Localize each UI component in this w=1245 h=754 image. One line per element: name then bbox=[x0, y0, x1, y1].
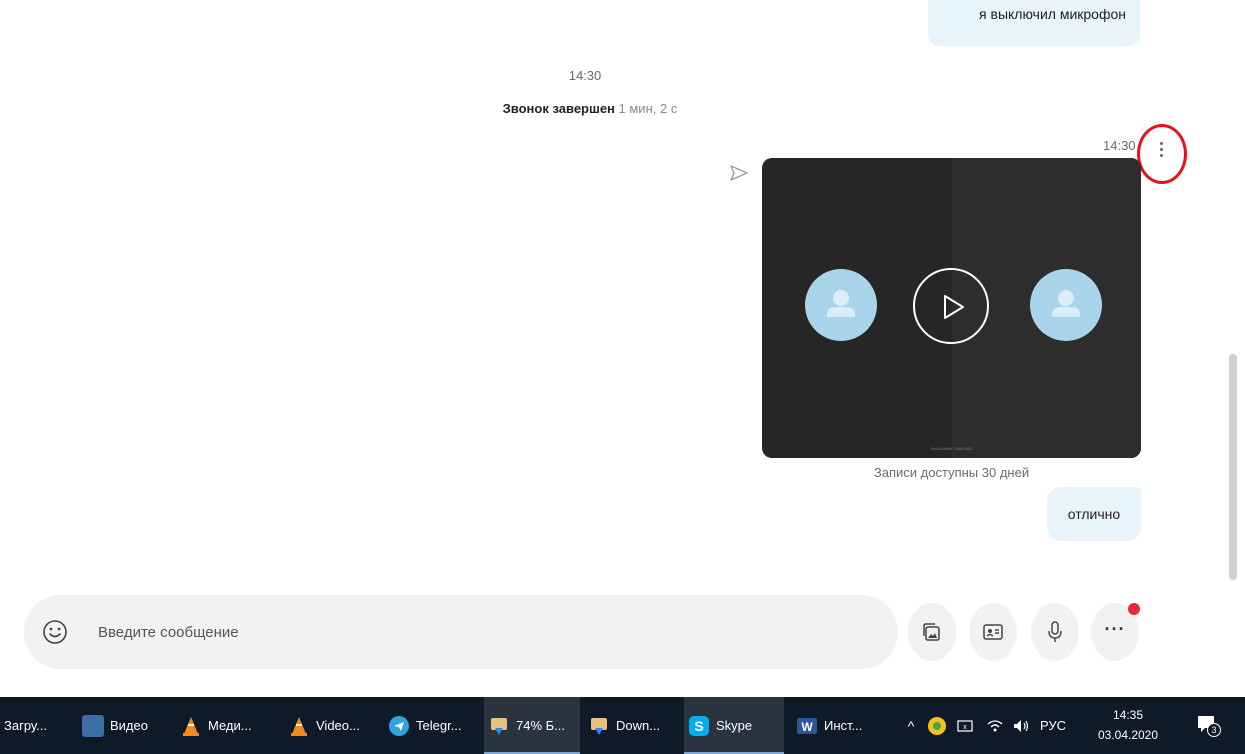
message-options-button[interactable] bbox=[1148, 136, 1174, 162]
message-input[interactable] bbox=[98, 617, 878, 647]
taskbar-item-label: Skype bbox=[716, 718, 753, 733]
svg-text:S: S bbox=[694, 718, 703, 734]
taskbar-item-label: Меди... bbox=[208, 718, 252, 733]
message-text: отлично bbox=[1067, 506, 1121, 522]
clock-date: 03.04.2020 bbox=[1097, 728, 1159, 742]
call-timestamp: 14:30 bbox=[568, 68, 602, 83]
taskbar-item-telegram[interactable]: Telegr... bbox=[384, 697, 480, 754]
call-duration: 1 мин, 2 с bbox=[618, 101, 678, 116]
send-media-button[interactable] bbox=[908, 603, 956, 661]
call-recording-video[interactable]: 5e4c0d8b8e73a5b2982 bbox=[762, 158, 1141, 458]
wifi-icon[interactable] bbox=[984, 715, 1006, 737]
show-hidden-icons-chevron[interactable]: ^ bbox=[900, 718, 922, 734]
call-ended-notice: Звонок завершен 1 мин, 2 с bbox=[0, 101, 1180, 116]
notification-dot bbox=[1128, 603, 1140, 615]
system-tray: ^ x РУС bbox=[900, 697, 1066, 754]
microphone-icon bbox=[1048, 621, 1062, 642]
voice-message-button[interactable] bbox=[1031, 603, 1079, 661]
more-horizontal-icon: ··· bbox=[1104, 618, 1126, 639]
smiley-icon bbox=[43, 620, 67, 644]
contact-card-icon bbox=[983, 624, 1003, 640]
more-vertical-icon bbox=[1159, 141, 1163, 145]
play-icon bbox=[944, 295, 964, 319]
taskbar-item-label: Video... bbox=[316, 718, 360, 733]
skype-icon: S bbox=[689, 715, 709, 736]
vlc-cone-icon bbox=[183, 716, 199, 736]
telegram-icon bbox=[389, 715, 409, 736]
windows-taskbar: Загру... Видео Меди... Video... Telegr..… bbox=[0, 697, 1245, 754]
taskbar-item-downloads[interactable]: Загру... bbox=[0, 697, 78, 754]
media-gallery-icon bbox=[923, 623, 940, 641]
notification-count: 3 bbox=[1207, 723, 1221, 737]
person-icon bbox=[827, 290, 855, 317]
download-manager-icon bbox=[591, 717, 607, 735]
vlc-cone-icon bbox=[291, 716, 307, 736]
more-vertical-icon-dot bbox=[1159, 147, 1163, 151]
message-text: я выключил микрофон bbox=[979, 6, 1126, 22]
sent-status-icon bbox=[728, 163, 750, 188]
svg-text:W: W bbox=[801, 720, 813, 734]
taskbar-item-label: Видео bbox=[110, 718, 148, 733]
taskbar-item-label: Down... bbox=[616, 718, 661, 733]
video-message-time: 14:30 bbox=[1103, 138, 1136, 153]
scrollbar-thumb[interactable] bbox=[1229, 354, 1237, 580]
more-vertical-icon-dot bbox=[1159, 153, 1163, 157]
taskbar-item-video[interactable]: Видео bbox=[78, 697, 168, 754]
taskbar-item-label: Telegr... bbox=[416, 718, 462, 733]
person-icon bbox=[1052, 290, 1080, 317]
taskbar-item-downloader[interactable]: Down... bbox=[584, 697, 680, 754]
svg-text:x: x bbox=[963, 724, 967, 731]
word-icon: W bbox=[797, 717, 817, 734]
download-manager-icon bbox=[491, 717, 507, 735]
language-indicator[interactable]: РУС bbox=[1040, 718, 1066, 733]
volume-icon[interactable] bbox=[1010, 715, 1032, 737]
taskbar-clock[interactable]: 14:35 03.04.2020 bbox=[1096, 705, 1160, 745]
avatar-left bbox=[805, 269, 877, 341]
input-method-icon[interactable]: x bbox=[954, 715, 976, 737]
message-composer bbox=[24, 595, 898, 669]
tray-app-icon[interactable] bbox=[926, 715, 948, 737]
taskbar-item-skype[interactable]: S Skype bbox=[684, 697, 784, 754]
chat-area: я выключил микрофон 14:30 Звонок заверше… bbox=[0, 0, 1245, 697]
taskbar-item-media[interactable]: Меди... bbox=[176, 697, 268, 754]
film-icon bbox=[82, 714, 104, 737]
message-bubble-top[interactable]: я выключил микрофон bbox=[928, 0, 1140, 46]
message-bubble-last[interactable]: отлично bbox=[1047, 487, 1141, 541]
emoji-button[interactable] bbox=[40, 617, 70, 647]
taskbar-item-word[interactable]: W Инст... bbox=[792, 697, 888, 754]
recording-id: 5e4c0d8b8e73a5b2982 bbox=[930, 446, 973, 451]
taskbar-item-download-progress[interactable]: 74% Б... bbox=[484, 697, 580, 754]
taskbar-item-video-player[interactable]: Video... bbox=[284, 697, 376, 754]
taskbar-item-label: 74% Б... bbox=[516, 718, 565, 733]
call-ended-label: Звонок завершен bbox=[502, 101, 615, 116]
share-contact-button[interactable] bbox=[969, 603, 1017, 661]
taskbar-item-label: Загру... bbox=[4, 718, 47, 733]
action-center-button[interactable]: 3 bbox=[1195, 713, 1221, 737]
taskbar-item-label: Инст... bbox=[824, 718, 863, 733]
clock-time: 14:35 bbox=[1112, 708, 1144, 722]
avatar-right bbox=[1030, 269, 1102, 341]
play-button[interactable] bbox=[913, 268, 989, 344]
recording-caption: Записи доступны 30 дней bbox=[873, 465, 1030, 480]
